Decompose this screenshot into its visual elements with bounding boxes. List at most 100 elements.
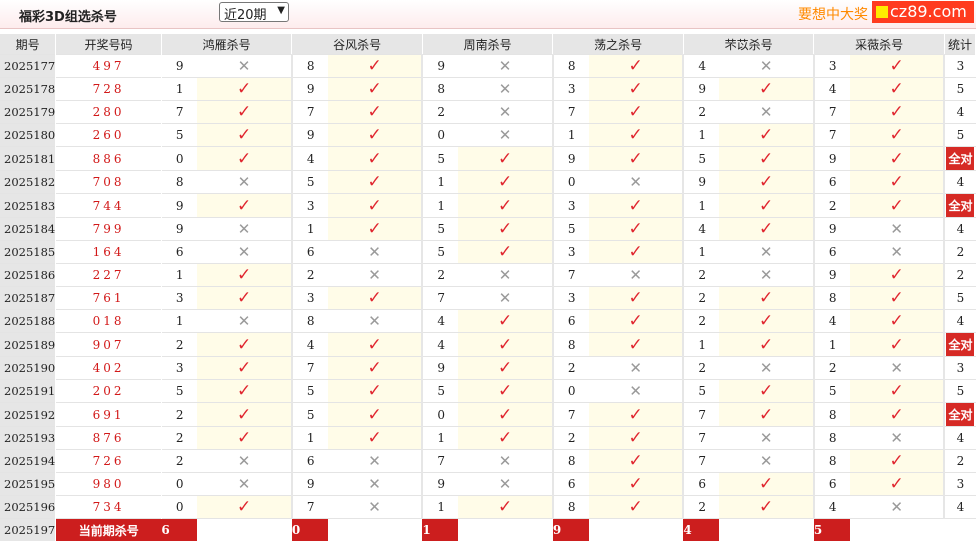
check-icon: ✓ xyxy=(498,381,512,401)
result-mark-cell: ✕ xyxy=(197,310,292,333)
chevron-down-icon: ▼ xyxy=(277,5,285,16)
page-title: 福彩3D组选杀号 xyxy=(19,6,117,25)
check-icon: ✓ xyxy=(367,196,381,216)
hit-count: 5 xyxy=(957,128,965,142)
kill-number: 1 xyxy=(814,333,850,357)
table-row: 20251827088✕5✓1✓0✕9✓6✓4 xyxy=(0,171,976,194)
kill-number: 7 xyxy=(422,287,458,310)
result-mark-cell: ✓ xyxy=(458,357,553,380)
kill-number: 1 xyxy=(683,194,719,218)
kill-number: 8 xyxy=(814,450,850,473)
check-icon: ✓ xyxy=(498,405,512,425)
kill-number: 5 xyxy=(161,380,197,403)
kill-number: 2 xyxy=(683,496,719,519)
period-select[interactable]: 近20期 ▼ xyxy=(219,2,289,22)
cross-icon: ✕ xyxy=(238,173,251,191)
check-icon: ✓ xyxy=(759,125,773,145)
check-icon: ✓ xyxy=(628,102,642,122)
result-mark-cell: ✕ xyxy=(328,264,423,287)
hit-count: 5 xyxy=(957,291,965,305)
kill-number: 1 xyxy=(161,264,197,287)
kill-number: 3 xyxy=(553,194,589,218)
draw-numbers: 886 xyxy=(56,147,162,171)
draw-numbers: 708 xyxy=(56,171,162,194)
kill-number: 9 xyxy=(292,473,328,496)
result-mark-cell: ✓ xyxy=(197,380,292,403)
table-row: 20251877613✓3✓7✕3✓2✓8✓5 xyxy=(0,287,976,310)
result-mark-cell: ✓ xyxy=(589,310,684,333)
kill-number: 8 xyxy=(553,333,589,357)
table-row: 20251967340✓7✕1✓8✓2✓4✕4 xyxy=(0,496,976,519)
hit-count-cell: 5 xyxy=(944,380,975,403)
check-icon: ✓ xyxy=(498,242,512,262)
kill-number: 6 xyxy=(553,310,589,333)
top-bar: 福彩3D组选杀号 近20期 ▼ 要想中大奖 cz89.com xyxy=(0,0,976,29)
check-icon: ✓ xyxy=(890,311,904,331)
kill-number: 0 xyxy=(161,496,197,519)
kill-number: 7 xyxy=(553,264,589,287)
result-mark-cell: ✓ xyxy=(719,194,814,218)
kill-number: 5 xyxy=(683,380,719,403)
draw-numbers: 799 xyxy=(56,218,162,241)
empty-cell xyxy=(719,519,814,541)
check-icon: ✓ xyxy=(759,149,773,169)
draw-numbers: 907 xyxy=(56,333,162,357)
table-row: 20251947262✕6✕7✕8✓7✕8✓2 xyxy=(0,450,976,473)
table-row: 20251774979✕8✓9✕8✓4✕3✓3 xyxy=(0,55,976,78)
kill-number: 1 xyxy=(422,427,458,450)
table-row: 20251926912✓5✓0✓7✓7✓8✓全对 xyxy=(0,403,976,427)
hit-count-cell: 全对 xyxy=(944,403,975,427)
check-icon: ✓ xyxy=(759,405,773,425)
cross-icon: ✕ xyxy=(760,103,773,121)
kill-number: 5 xyxy=(161,124,197,147)
kill-number: 4 xyxy=(683,218,719,241)
result-mark-cell: ✓ xyxy=(719,171,814,194)
logo-square-icon xyxy=(876,6,888,18)
result-mark-cell: ✓ xyxy=(589,496,684,519)
check-icon: ✓ xyxy=(628,219,642,239)
brand-logo[interactable]: cz89.com xyxy=(872,1,974,23)
cross-icon: ✕ xyxy=(368,498,381,516)
empty-cell xyxy=(589,519,684,541)
result-mark-cell: ✓ xyxy=(197,101,292,124)
table-row: 20251837449✓3✓1✓3✓1✓2✓全对 xyxy=(0,194,976,218)
result-mark-cell: ✓ xyxy=(197,147,292,171)
kill-number-table: 期号开奖号码鸿雁杀号谷风杀号周南杀号荡之杀号芣苡杀号采薇杀号统计 2025177… xyxy=(0,34,976,541)
kill-number: 9 xyxy=(292,78,328,101)
hit-count: 4 xyxy=(957,175,965,189)
cross-icon: ✕ xyxy=(499,452,512,470)
kill-number: 5 xyxy=(422,380,458,403)
check-icon: ✓ xyxy=(498,335,512,355)
hit-count: 2 xyxy=(957,268,965,282)
check-icon: ✓ xyxy=(237,265,251,285)
hit-count: 3 xyxy=(957,361,965,375)
check-icon: ✓ xyxy=(759,474,773,494)
result-mark-cell: ✓ xyxy=(589,78,684,101)
issue-number: 2025195 xyxy=(0,473,56,496)
cross-icon: ✕ xyxy=(368,475,381,493)
check-icon: ✓ xyxy=(367,405,381,425)
result-mark-cell: ✓ xyxy=(328,357,423,380)
issue-number: 2025179 xyxy=(0,101,56,124)
kill-number: 7 xyxy=(553,403,589,427)
hit-count-cell: 5 xyxy=(944,124,975,147)
check-icon: ✓ xyxy=(759,79,773,99)
kill-number: 9 xyxy=(161,55,197,78)
hit-count: 5 xyxy=(957,384,965,398)
cross-icon: ✕ xyxy=(368,452,381,470)
table-row: 20251851646✕6✕5✓3✓1✕6✕2 xyxy=(0,241,976,264)
kill-number: 9 xyxy=(814,218,850,241)
check-icon: ✓ xyxy=(367,335,381,355)
check-icon: ✓ xyxy=(498,149,512,169)
result-mark-cell: ✕ xyxy=(719,357,814,380)
check-icon: ✓ xyxy=(759,381,773,401)
result-mark-cell: ✓ xyxy=(458,241,553,264)
hit-count-cell: 全对 xyxy=(944,147,975,171)
draw-numbers: 202 xyxy=(56,380,162,403)
promo-text[interactable]: 要想中大奖 xyxy=(798,4,868,24)
result-mark-cell: ✕ xyxy=(719,264,814,287)
cross-icon: ✕ xyxy=(368,312,381,330)
cross-icon: ✕ xyxy=(760,359,773,377)
hit-count-cell: 2 xyxy=(944,241,975,264)
result-mark-cell: ✕ xyxy=(197,218,292,241)
